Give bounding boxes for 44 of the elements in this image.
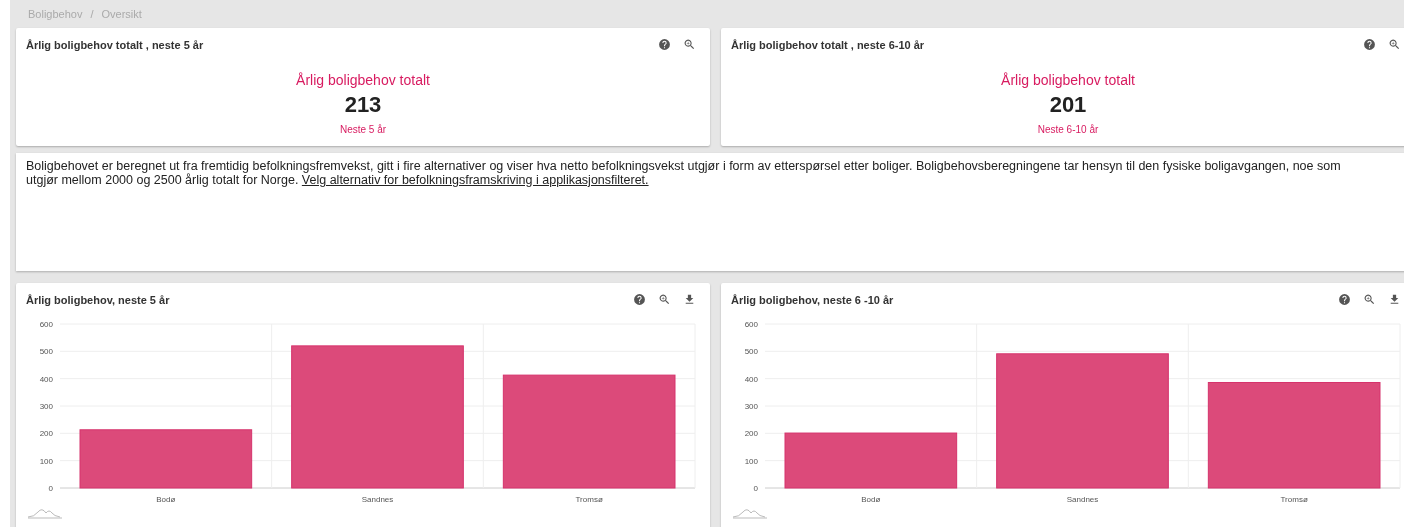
category-label: Bodø: [156, 495, 176, 504]
card-title: Årlig boligbehov totalt , neste 5 år: [26, 38, 205, 51]
axis-tick-label: 0: [753, 484, 758, 493]
category-label: Tromsø: [575, 495, 603, 504]
download-icon[interactable]: [683, 293, 696, 306]
category-label: Sandnes: [361, 495, 394, 504]
axis-tick-label: 100: [744, 456, 758, 466]
help-icon[interactable]: [633, 293, 646, 306]
zoom-in-icon[interactable]: [658, 293, 671, 306]
zoom-in-icon[interactable]: [683, 38, 696, 51]
axis-tick-label: 300: [744, 402, 758, 411]
help-icon[interactable]: [1338, 293, 1351, 306]
card-title: Årlig boligbehov totalt , neste 6-10 år: [731, 38, 926, 51]
axis-tick-label: 600: [39, 320, 53, 329]
kpi-period: Neste 5 år: [339, 124, 387, 135]
category-label: Sandnes: [1066, 495, 1099, 504]
help-icon[interactable]: [658, 38, 671, 51]
breadcrumb-current: Oversikt: [101, 8, 142, 20]
kpi-value: 213: [344, 92, 382, 118]
category-label: Bodø: [861, 495, 881, 504]
zoom-in-icon[interactable]: [1363, 293, 1376, 306]
axis-tick-label: 600: [744, 320, 758, 329]
breadcrumb-separator: /: [90, 8, 94, 20]
axis-tick-label: 500: [744, 347, 758, 357]
kpi-label: Årlig boligbehov totalt: [296, 72, 430, 88]
axis-tick-label: 400: [39, 374, 53, 384]
card-title: Årlig boligbehov, neste 6 -10 år: [731, 293, 895, 306]
description-text: Boligbehovet er beregnet ut fra fremtidig befolkningsfremvekst, gitt i fire alternativer og viser hva netto befolkningsvekst utgjør i form av etterspørsel etter boliger. Boligbehovsberegningene tar hensyn til den fysiske boligavgangen, noe som utgjør mellom 2000 og 2500 årlig totalt for Norge. Velg alternativ for befolkningsframskriving i applikasjonsfilteret.: [26, 159, 1341, 187]
category-label: Tromsø: [1280, 495, 1308, 504]
kpi-value: 201: [1049, 92, 1087, 118]
axis-tick-label: 100: [39, 456, 53, 466]
axis-tick-label: 200: [39, 429, 53, 439]
axis-tick-label: 0: [48, 484, 53, 493]
zoom-in-icon[interactable]: [1388, 38, 1401, 51]
help-icon[interactable]: [1363, 38, 1376, 51]
axis-tick-label: 500: [39, 347, 53, 357]
axis-tick-label: 300: [39, 402, 53, 411]
filter-link[interactable]: Velg alternativ for befolkningsframskriving i applikasjonsfilteret.: [301, 173, 649, 187]
kpi-period: Neste 6-10 år: [1037, 124, 1099, 135]
kpi-label: Årlig boligbehov totalt: [1001, 72, 1135, 88]
card-title: Årlig boligbehov, neste 5 år: [26, 293, 171, 306]
axis-tick-label: 400: [744, 374, 758, 384]
download-icon[interactable]: [1388, 293, 1401, 306]
axis-tick-label: 200: [744, 429, 758, 439]
